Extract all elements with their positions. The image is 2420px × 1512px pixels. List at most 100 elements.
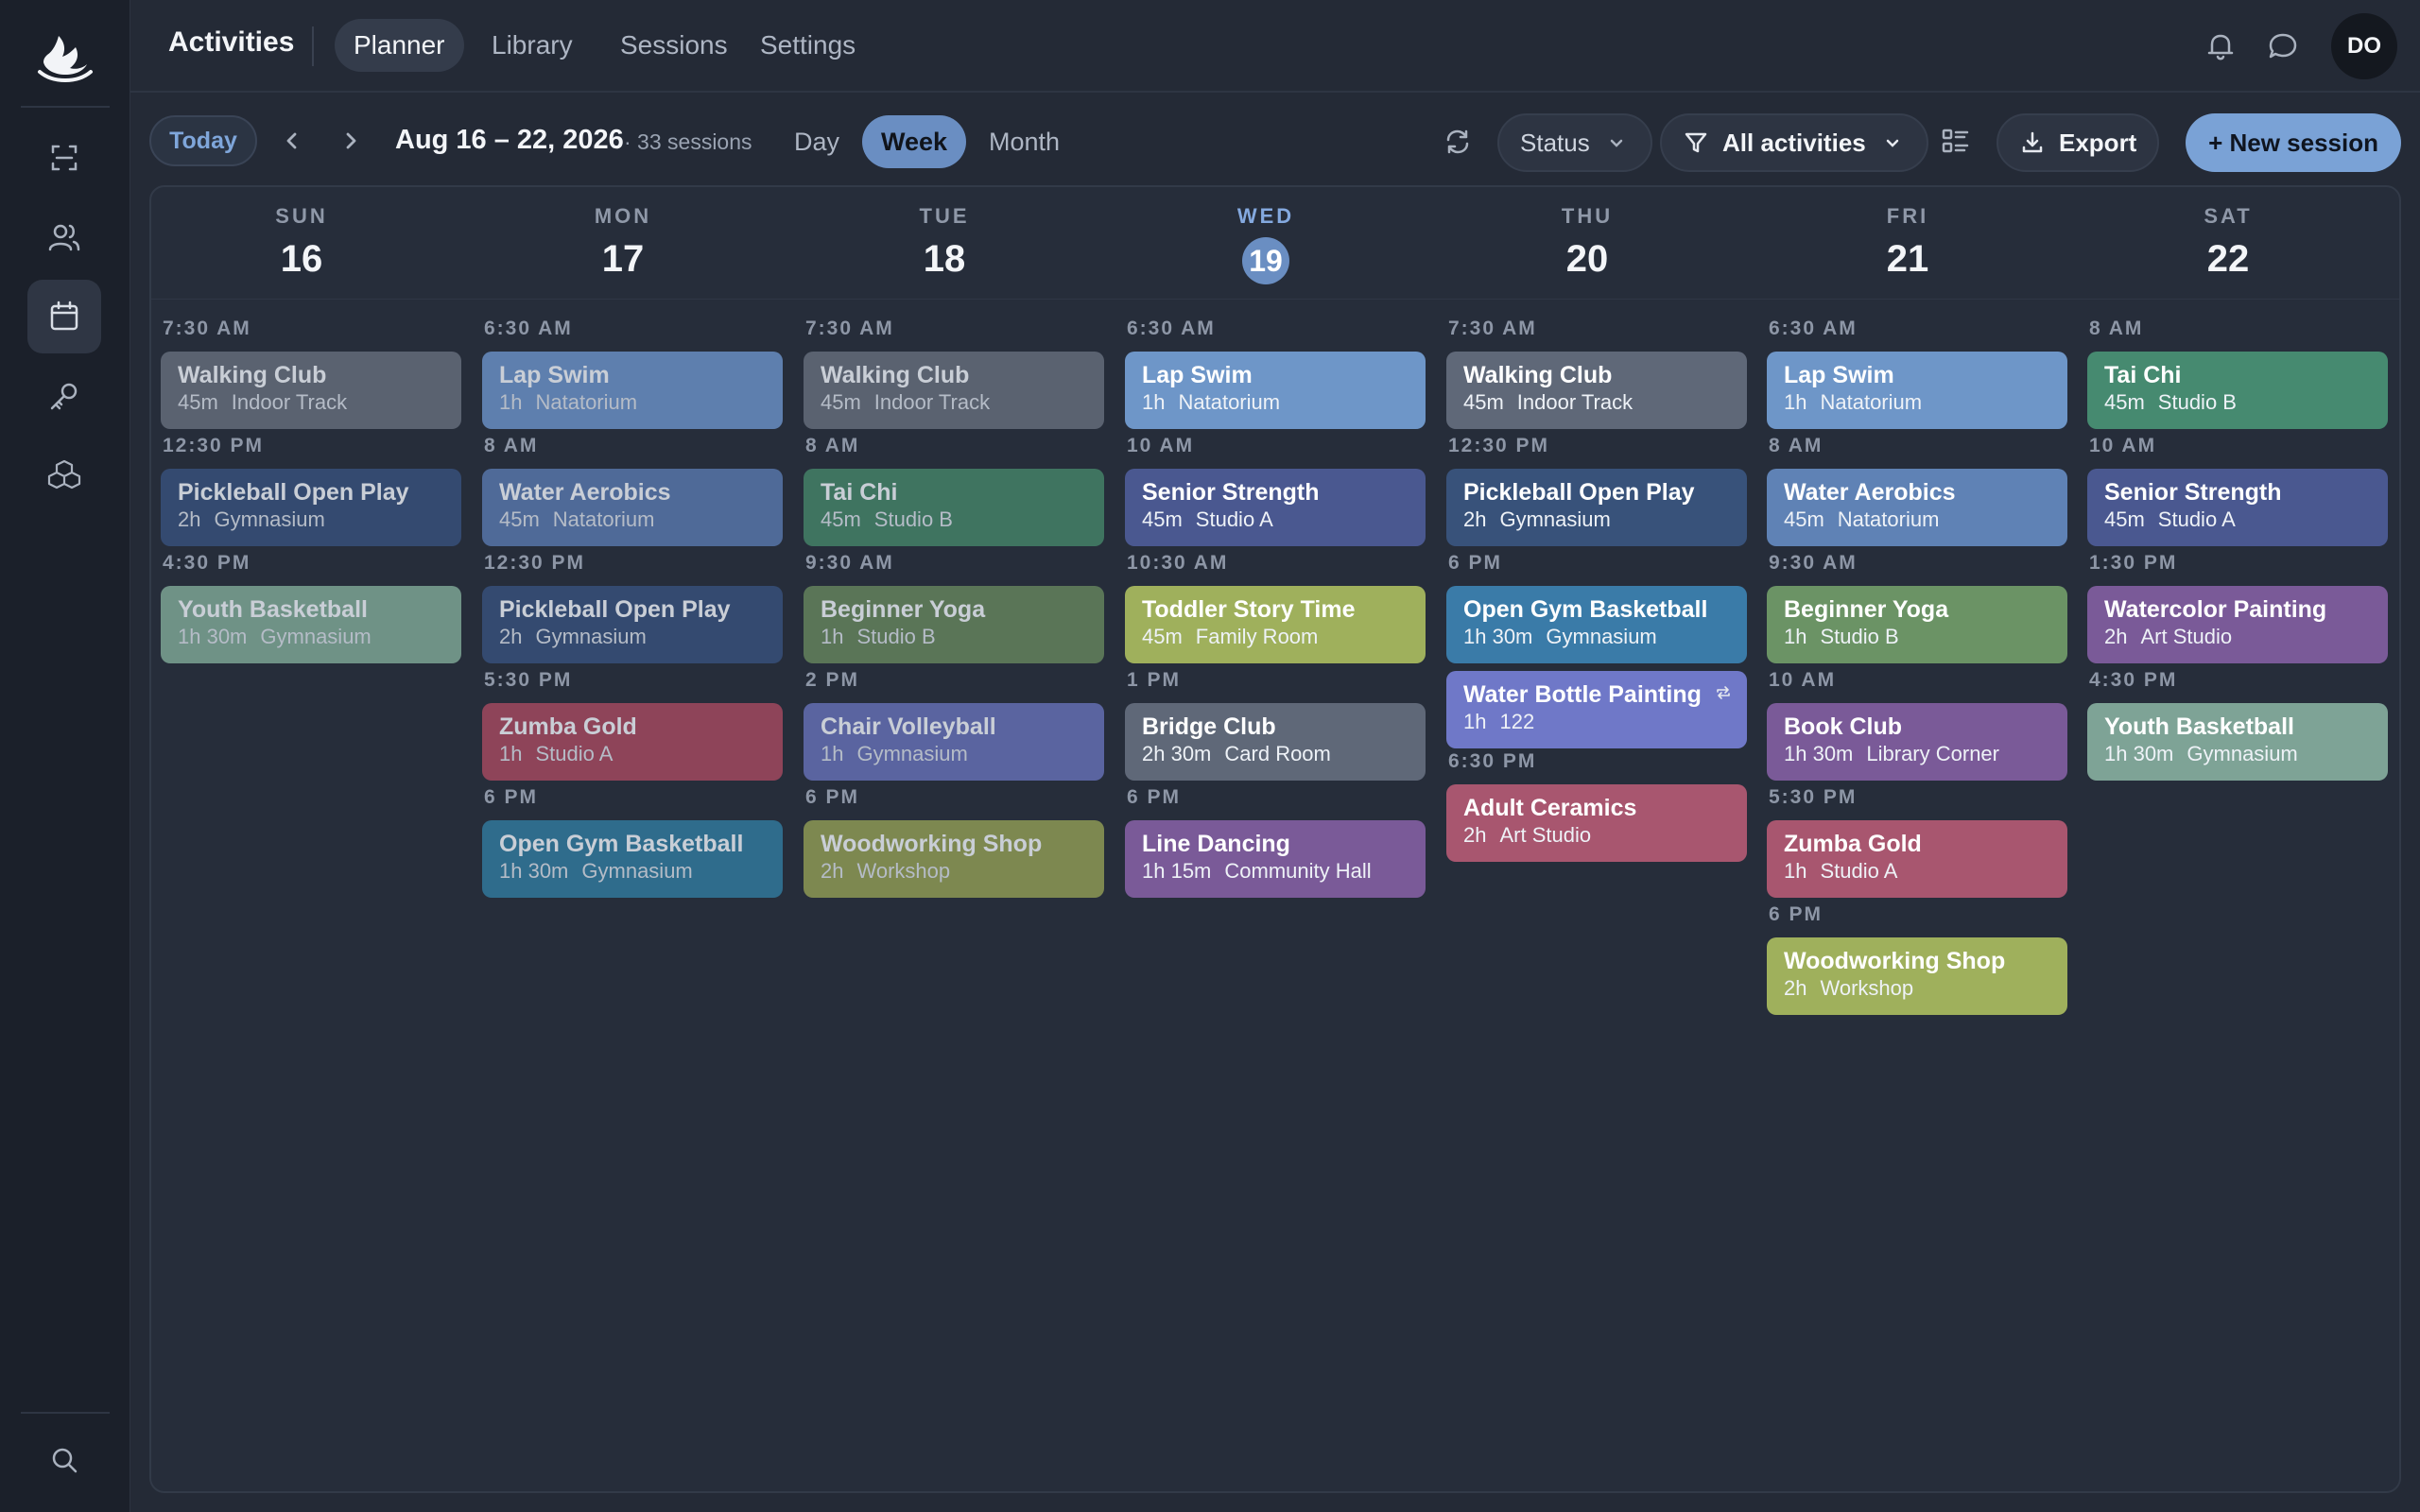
event-card[interactable]: Open Gym Basketball 1h 30m Gymnasium (1446, 586, 1747, 663)
event-location: Studio A (1820, 859, 1898, 883)
event-card[interactable]: Beginner Yoga 1h Studio B (804, 586, 1104, 663)
event-card[interactable]: Water Aerobics 45m Natatorium (1767, 469, 2067, 546)
time-label: 6:30 PM (1448, 750, 1537, 772)
chevron-right-icon[interactable] (335, 125, 367, 157)
event-card[interactable]: Youth Basketball 1h 30m Gymnasium (2087, 703, 2388, 781)
event-meta: 1h 30m Gymnasium (499, 858, 766, 885)
day-of-week: WED (1236, 204, 1295, 228)
view-week[interactable]: Week (862, 115, 967, 168)
chat-icon[interactable] (2263, 26, 2303, 66)
event-card[interactable]: Lap Swim 1h Natatorium (482, 352, 783, 429)
avatar[interactable]: DO (2331, 13, 2397, 79)
day-header[interactable]: TUE 18 (794, 204, 1095, 282)
time-label: 5:30 PM (1769, 786, 1858, 808)
event-card[interactable]: Chair Volleyball 1h Gymnasium (804, 703, 1104, 781)
view-day[interactable]: Day (775, 115, 858, 168)
event-card[interactable]: Youth Basketball 1h 30m Gymnasium (161, 586, 461, 663)
event-card[interactable]: Senior Strength 45m Studio A (1125, 469, 1426, 546)
event-duration: 45m (1784, 507, 1824, 531)
event-card[interactable]: Lap Swim 1h Natatorium (1125, 352, 1426, 429)
day-of-week: MON (594, 204, 652, 228)
event-card[interactable]: Zumba Gold 1h Studio A (1767, 820, 2067, 898)
status-filter[interactable]: Status (1497, 113, 1652, 172)
event-title: Lap Swim (1142, 362, 1253, 388)
event-location: Gymnasium (535, 625, 647, 648)
event-duration: 2h (499, 625, 523, 648)
day-header[interactable]: FRI 21 (1757, 204, 2058, 282)
event-card[interactable]: Adult Ceramics 2h Art Studio (1446, 784, 1747, 862)
key-icon[interactable] (27, 359, 101, 433)
event-duration: 45m (1142, 507, 1183, 531)
app-logo[interactable] (34, 30, 95, 85)
day-header[interactable]: MON 17 (473, 204, 773, 282)
chevron-left-icon[interactable] (276, 125, 308, 157)
event-card[interactable]: Toddler Story Time 45m Family Room (1125, 586, 1426, 663)
event-card[interactable]: Beginner Yoga 1h Studio B (1767, 586, 2067, 663)
day-header[interactable]: WED 19 (1115, 204, 1416, 284)
status-filter-label: Status (1520, 128, 1590, 157)
event-card[interactable]: Woodworking Shop 2h Workshop (1767, 937, 2067, 1015)
users-icon[interactable] (27, 200, 101, 274)
time-label: 7:30 AM (1448, 318, 1537, 339)
time-label: 5:30 PM (484, 669, 573, 691)
time-label: 6 PM (1127, 786, 1182, 808)
tab-settings[interactable]: Settings (741, 19, 874, 72)
tab-library[interactable]: Library (473, 19, 592, 72)
event-card[interactable]: Zumba Gold 1h Studio A (482, 703, 783, 781)
day-header[interactable]: SUN 16 (151, 204, 452, 282)
activity-filter[interactable]: All activities (1660, 113, 1928, 172)
today-button[interactable]: Today (149, 115, 257, 166)
day-header[interactable]: SAT 22 (2078, 204, 2378, 282)
day-header[interactable]: THU 20 (1437, 204, 1737, 282)
event-meta: 2h Gymnasium (178, 507, 444, 533)
event-title: Woodworking Shop (1784, 948, 2006, 974)
tab-planner[interactable]: Planner (335, 19, 464, 72)
event-title: Youth Basketball (2104, 713, 2294, 740)
event-card[interactable]: Lap Swim 1h Natatorium (1767, 352, 2067, 429)
day-number: 19 (1115, 236, 1416, 284)
event-card[interactable]: Walking Club 45m Indoor Track (804, 352, 1104, 429)
event-meta: 45m Natatorium (499, 507, 766, 533)
event-card[interactable]: Water Bottle Painting 1h 122 (1446, 671, 1747, 748)
event-card[interactable]: Walking Club 45m Indoor Track (161, 352, 461, 429)
refresh-icon[interactable] (1439, 123, 1477, 161)
export-label: Export (2059, 128, 2137, 157)
event-duration: 45m (821, 390, 861, 414)
event-meta: 1h 122 (1463, 709, 1730, 735)
scan-icon[interactable] (27, 121, 101, 195)
event-card[interactable]: Bridge Club 2h 30m Card Room (1125, 703, 1426, 781)
event-meta: 1h 15m Community Hall (1142, 858, 1409, 885)
event-card[interactable]: Line Dancing 1h 15m Community Hall (1125, 820, 1426, 898)
event-card[interactable]: Watercolor Painting 2h Art Studio (2087, 586, 2388, 663)
event-duration: 1h (499, 742, 523, 765)
new-session-button[interactable]: + New session (2186, 113, 2401, 172)
event-location: Natatorium (1837, 507, 1940, 531)
export-button[interactable]: Export (1996, 113, 2160, 172)
top-bar: Activities Planner Library Sessions Sett… (130, 0, 2420, 93)
tab-sessions[interactable]: Sessions (601, 19, 747, 72)
layout-icon[interactable] (1936, 123, 1974, 161)
rail-divider (21, 1412, 110, 1414)
event-card[interactable]: Senior Strength 45m Studio A (2087, 469, 2388, 546)
event-card[interactable]: Tai Chi 45m Studio B (804, 469, 1104, 546)
view-month[interactable]: Month (970, 115, 1079, 168)
event-card[interactable]: Book Club 1h 30m Library Corner (1767, 703, 2067, 781)
day-of-week: SAT (2204, 204, 2253, 228)
event-card[interactable]: Pickleball Open Play 2h Gymnasium (161, 469, 461, 546)
calendar-icon[interactable] (27, 280, 101, 353)
event-duration: 45m (1463, 390, 1504, 414)
time-label: 8 AM (484, 435, 539, 456)
event-card[interactable]: Water Aerobics 45m Natatorium (482, 469, 783, 546)
day-number: 16 (280, 238, 323, 280)
bell-icon[interactable] (2201, 26, 2240, 66)
event-card[interactable]: Open Gym Basketball 1h 30m Gymnasium (482, 820, 783, 898)
boxes-icon[interactable] (27, 438, 101, 512)
event-card[interactable]: Woodworking Shop 2h Workshop (804, 820, 1104, 898)
event-card[interactable]: Tai Chi 45m Studio B (2087, 352, 2388, 429)
search-icon[interactable] (27, 1423, 101, 1497)
event-card[interactable]: Pickleball Open Play 2h Gymnasium (1446, 469, 1747, 546)
event-card[interactable]: Walking Club 45m Indoor Track (1446, 352, 1747, 429)
event-duration: 1h (821, 625, 844, 648)
event-card[interactable]: Pickleball Open Play 2h Gymnasium (482, 586, 783, 663)
event-title: Woodworking Shop (821, 831, 1043, 857)
